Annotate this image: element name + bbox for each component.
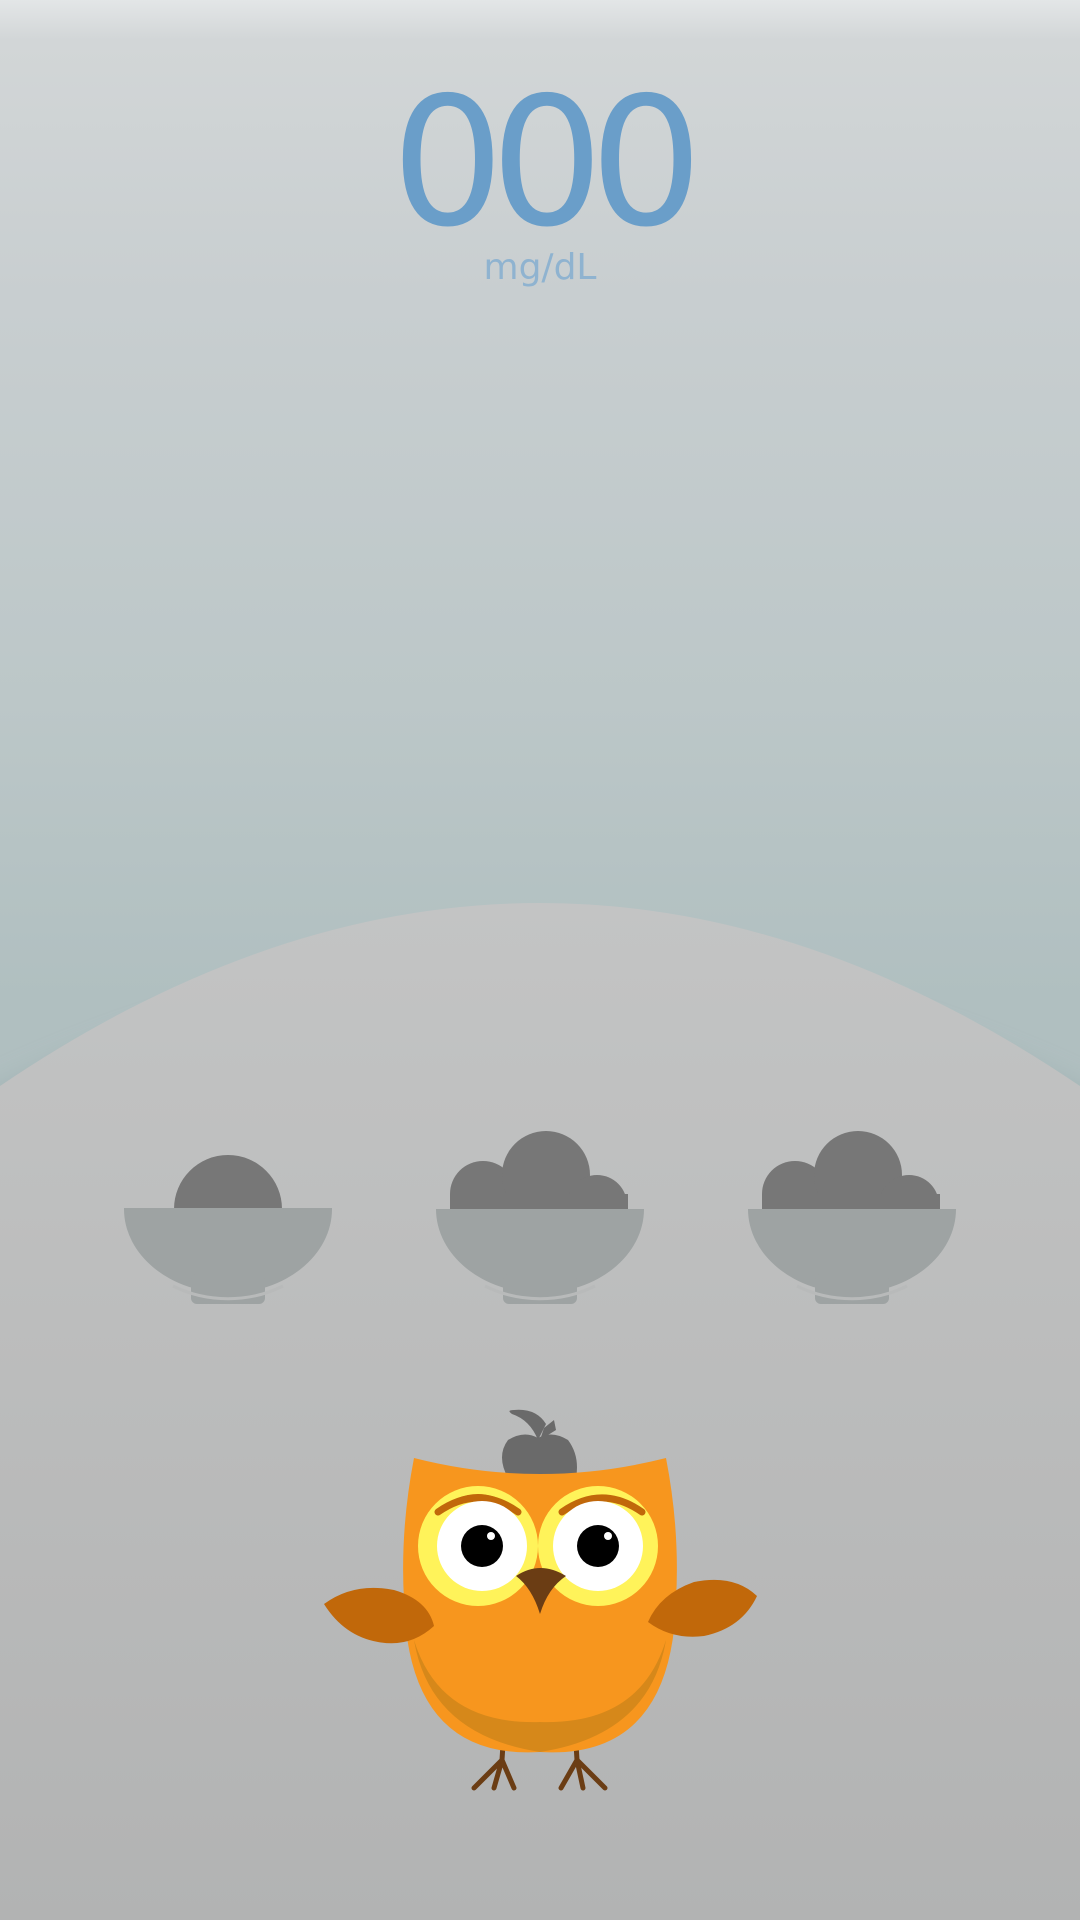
ground-hill: [0, 903, 1080, 1920]
owl-eye-right: [538, 1486, 658, 1606]
glucose-value: 000: [391, 59, 703, 266]
owl-eye-left: [418, 1486, 538, 1606]
glucose-reading: 000 mg/dL: [0, 59, 1080, 288]
glucose-unit: mg/dL: [483, 247, 597, 288]
game-scene: [0, 903, 1080, 1920]
